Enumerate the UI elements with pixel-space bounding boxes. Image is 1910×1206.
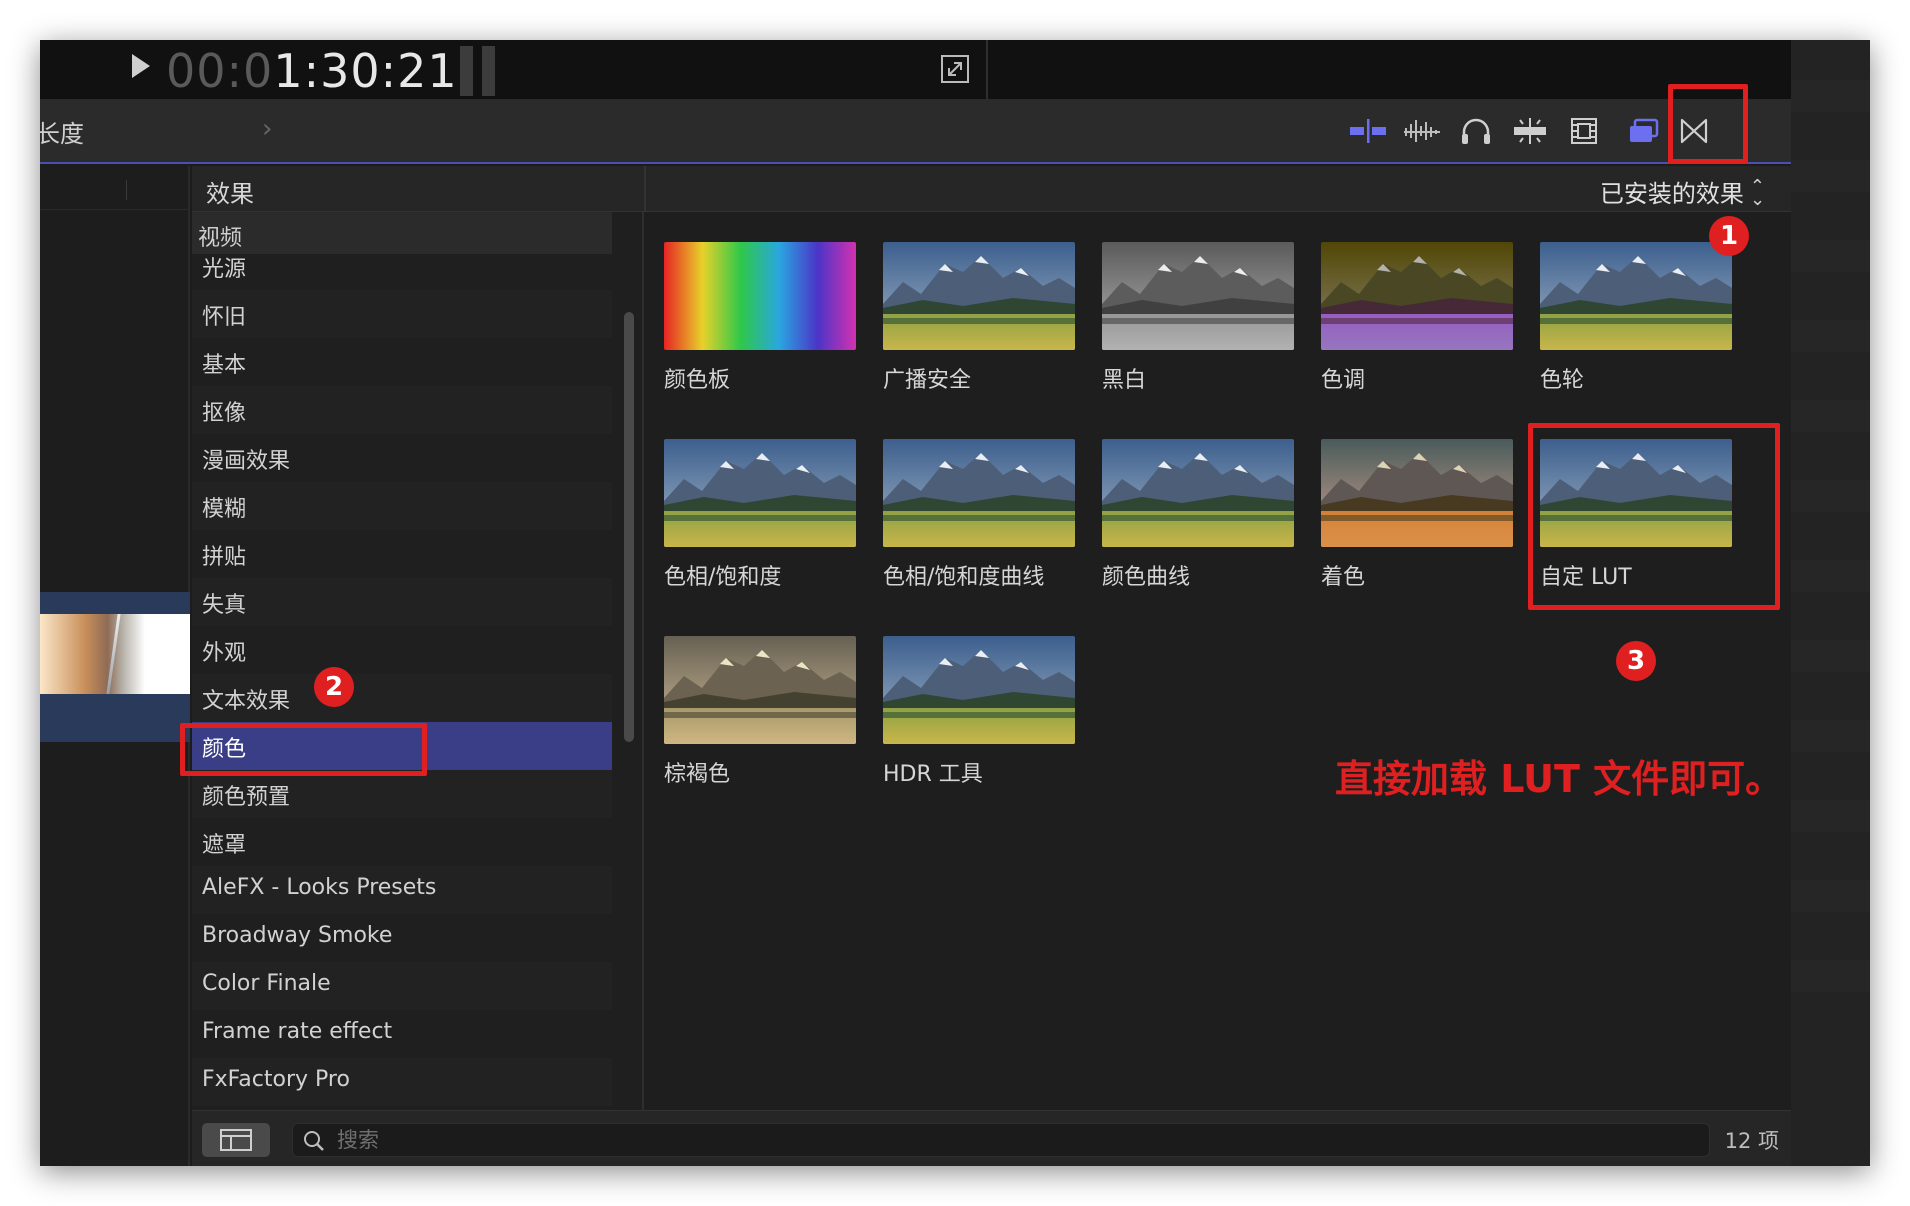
play-icon[interactable]: [132, 54, 150, 78]
search-icon: [304, 1131, 324, 1151]
annotation-box-effects-button: [1668, 84, 1748, 164]
annotation-box-color-category: [180, 723, 427, 776]
sidebar-toggle-button[interactable]: [202, 1123, 270, 1157]
category-item[interactable]: AleFX - Looks Presets: [192, 866, 612, 914]
category-item[interactable]: 怀旧: [192, 290, 612, 338]
effect-label: 着色: [1321, 565, 1366, 590]
category-item[interactable]: Color Finale: [192, 962, 612, 1010]
effect-tile[interactable]: 黑白: [1102, 242, 1294, 394]
effect-tile[interactable]: 着色: [1321, 439, 1513, 591]
category-item[interactable]: FxFactory Pro: [192, 1058, 612, 1106]
effect-thumbnail: [1321, 439, 1513, 547]
effect-tile[interactable]: 色相/饱和度: [664, 439, 856, 591]
effect-label: 色轮: [1540, 368, 1585, 393]
category-item[interactable]: 拼贴: [192, 530, 612, 578]
effect-label: 颜色曲线: [1102, 565, 1191, 590]
effect-thumbnail: [1102, 242, 1294, 350]
effect-thumbnail: [883, 242, 1075, 350]
effect-tile[interactable]: HDR 工具: [883, 636, 1075, 788]
category-item[interactable]: Broadway Smoke: [192, 914, 612, 962]
timeline-left-strip: [40, 166, 190, 1166]
annotation-box-custom-lut: [1528, 423, 1780, 610]
fullscreen-icon[interactable]: [940, 54, 970, 84]
category-item[interactable]: 漫画效果: [192, 434, 612, 482]
effect-tile[interactable]: 棕褐色: [664, 636, 856, 788]
category-item[interactable]: 失真: [192, 578, 612, 626]
effect-thumbnail: [883, 439, 1075, 547]
viewer-bar: 00:01:30:21: [40, 40, 1791, 100]
effect-tile[interactable]: 颜色曲线: [1102, 439, 1294, 591]
annotation-badge-3: 3: [1616, 641, 1656, 681]
effects-category-list: 视频 光源 怀旧 基本 抠像 漫画效果 模糊 拼贴 失真 外观 文本效果 颜色 颜色预置 遮罩 AleFX…: [192, 212, 644, 1110]
category-item[interactable]: 模糊: [192, 482, 612, 530]
category-item[interactable]: 遮罩: [192, 818, 612, 866]
category-item[interactable]: 颜色预置: [192, 770, 612, 818]
effect-thumbnail: [664, 242, 856, 350]
effect-label: 色调: [1321, 368, 1366, 393]
category-item[interactable]: 文本效果: [192, 674, 612, 722]
effect-label: 棕褐色: [664, 762, 731, 787]
effect-tile[interactable]: 色轮: [1540, 242, 1732, 394]
duration-label: 长度: [40, 120, 84, 148]
effect-tile[interactable]: 色调: [1321, 242, 1513, 394]
timeline-toolbar: 长度 ›: [40, 100, 1791, 164]
audio-meter: [460, 46, 496, 96]
effect-label: 黑白: [1102, 368, 1147, 393]
headphones-icon[interactable]: [1456, 114, 1496, 148]
effect-thumbnail: [664, 636, 856, 744]
effect-thumbnail: [1321, 242, 1513, 350]
effect-label: 色相/饱和度: [664, 565, 782, 590]
effect-tile[interactable]: 色相/饱和度曲线: [883, 439, 1075, 591]
category-item[interactable]: 光源: [192, 242, 612, 290]
right-timeline-strip: [1791, 40, 1870, 1166]
item-count: 12 项: [1724, 1129, 1779, 1153]
effects-title: 效果: [206, 180, 254, 208]
effects-header: 效果 已安装的效果 ⌃ ⌃: [192, 166, 1791, 212]
category-item[interactable]: 抠像: [192, 386, 612, 434]
category-scrollbar[interactable]: [624, 312, 634, 742]
audio-waveform-icon[interactable]: [1402, 114, 1442, 148]
snapping-icon[interactable]: [1510, 114, 1550, 148]
effect-thumbnail: [1540, 242, 1732, 350]
search-input[interactable]: [337, 1126, 1637, 1154]
film-strip-icon[interactable]: [1564, 114, 1604, 148]
updown-chevron-icon: ⌃ ⌃: [1749, 175, 1765, 208]
effect-tile[interactable]: 颜色板: [664, 242, 856, 394]
effects-browser-icon[interactable]: [1624, 114, 1664, 148]
effect-thumbnail: [1102, 439, 1294, 547]
installed-effects-select[interactable]: 已安装的效果 ⌃ ⌃: [1600, 174, 1765, 209]
app-window: 00:01:30:21 长度 › 效果 已安装的效果 ⌃ ⌃ 视频 光源 怀旧 …: [40, 40, 1870, 1166]
category-item[interactable]: 基本: [192, 338, 612, 386]
annotation-note: 直接加载 LUT 文件即可。: [1335, 757, 1784, 801]
clip-appearance-icon[interactable]: [1348, 114, 1388, 148]
annotation-badge-1: 1: [1709, 216, 1749, 256]
effect-thumbnail: [664, 439, 856, 547]
effects-bottom-bar: 12 项: [192, 1110, 1791, 1166]
effect-label: 广播安全: [883, 368, 972, 393]
effect-thumbnail: [883, 636, 1075, 744]
annotation-badge-2: 2: [314, 667, 354, 707]
effect-tile[interactable]: 广播安全: [883, 242, 1075, 394]
effect-label: HDR 工具: [883, 762, 983, 787]
effect-label: 色相/饱和度曲线: [883, 565, 1045, 590]
timecode-display: 00:01:30:21: [166, 44, 458, 98]
search-field[interactable]: [292, 1123, 1710, 1157]
effect-label: 颜色板: [664, 368, 731, 393]
chevron-right-icon[interactable]: ›: [262, 114, 272, 144]
category-item[interactable]: Frame rate effect: [192, 1010, 612, 1058]
category-item[interactable]: 外观: [192, 626, 612, 674]
